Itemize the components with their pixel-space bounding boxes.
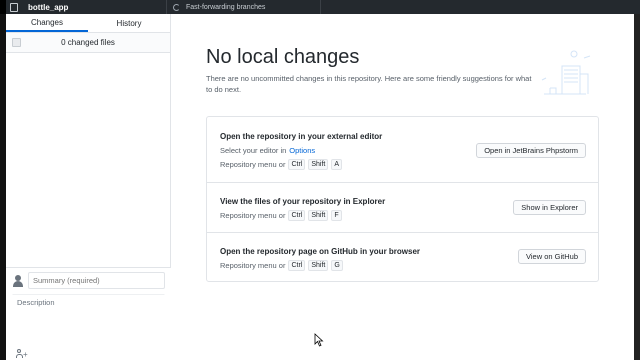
suggestion-title: Open the repository in your external edi… — [220, 132, 383, 141]
shortcut-prefix: Repository menu or — [220, 261, 286, 270]
suggestion-view-github: Open the repository page on GitHub in yo… — [207, 233, 598, 281]
shortcut-prefix: Repository menu or — [220, 211, 286, 220]
kbd-key: A — [331, 159, 343, 170]
sidebar-tabs: Changes History — [6, 14, 170, 33]
editor-options-line: Select your editor in Options — [220, 146, 315, 155]
commit-message-area: Description + — [6, 267, 171, 360]
changes-header: 0 changed files — [6, 33, 170, 53]
view-on-github-button[interactable]: View on GitHub — [518, 249, 586, 264]
right-margin — [634, 14, 640, 360]
suggestions-list: Open the repository in your external edi… — [206, 116, 599, 282]
kbd-key: Shift — [308, 159, 329, 170]
tab-changes[interactable]: Changes — [6, 14, 88, 32]
kbd-key: Shift — [308, 260, 329, 271]
kbd-key: Ctrl — [288, 260, 306, 271]
repository-name: bottle_app — [28, 2, 69, 12]
shortcut-prefix: Repository menu or — [220, 160, 286, 169]
open-in-editor-button[interactable]: Open in JetBrains Phpstorm — [476, 143, 586, 158]
fetch-origin-button[interactable]: Fast-forwarding branches — [166, 0, 321, 14]
description-field[interactable]: Description — [12, 294, 165, 347]
summary-row — [6, 268, 171, 290]
current-repository-dropdown[interactable]: bottle_app — [6, 0, 166, 14]
user-avatar-icon — [12, 274, 24, 287]
page-title: No local changes — [206, 46, 360, 68]
sidebar: Changes History 0 changed files Descript… — [6, 14, 171, 360]
kbd-key: Ctrl — [288, 159, 306, 170]
suggestion-show-explorer: View the files of your repository in Exp… — [207, 183, 598, 233]
empty-state-illustration-icon — [541, 50, 591, 95]
tab-history[interactable]: History — [88, 14, 170, 32]
add-coauthor-icon[interactable]: + — [16, 349, 28, 359]
page-subtitle: There are no uncommitted changes in this… — [206, 74, 532, 94]
suggestion-description: Select your editor in — [220, 146, 287, 155]
kbd-key: G — [331, 260, 343, 271]
suggestion-title: Open the repository page on GitHub in yo… — [220, 247, 421, 256]
shortcut-hint: Repository menu or Ctrl Shift A — [220, 159, 343, 170]
options-link[interactable]: Options — [289, 146, 315, 155]
kbd-key: Shift — [308, 210, 329, 221]
title-bar: bottle_app Fast-forwarding branches — [0, 0, 640, 14]
mouse-cursor-icon — [314, 333, 324, 347]
suggestion-title: View the files of your repository in Exp… — [220, 197, 386, 206]
show-in-explorer-button[interactable]: Show in Explorer — [513, 200, 586, 215]
shortcut-hint: Repository menu or Ctrl Shift G — [220, 260, 343, 271]
main-panel: No local changes There are no uncommitte… — [171, 14, 634, 360]
kbd-key: Ctrl — [288, 210, 306, 221]
kbd-key: F — [331, 210, 342, 221]
suggestion-open-editor: Open the repository in your external edi… — [207, 117, 598, 183]
fetch-status-text: Fast-forwarding branches — [186, 3, 266, 11]
sync-icon — [173, 3, 180, 11]
shortcut-hint: Repository menu or Ctrl Shift F — [220, 210, 342, 221]
summary-input[interactable] — [28, 272, 165, 289]
changed-files-count: 0 changed files — [61, 38, 115, 47]
repo-icon — [10, 2, 18, 12]
